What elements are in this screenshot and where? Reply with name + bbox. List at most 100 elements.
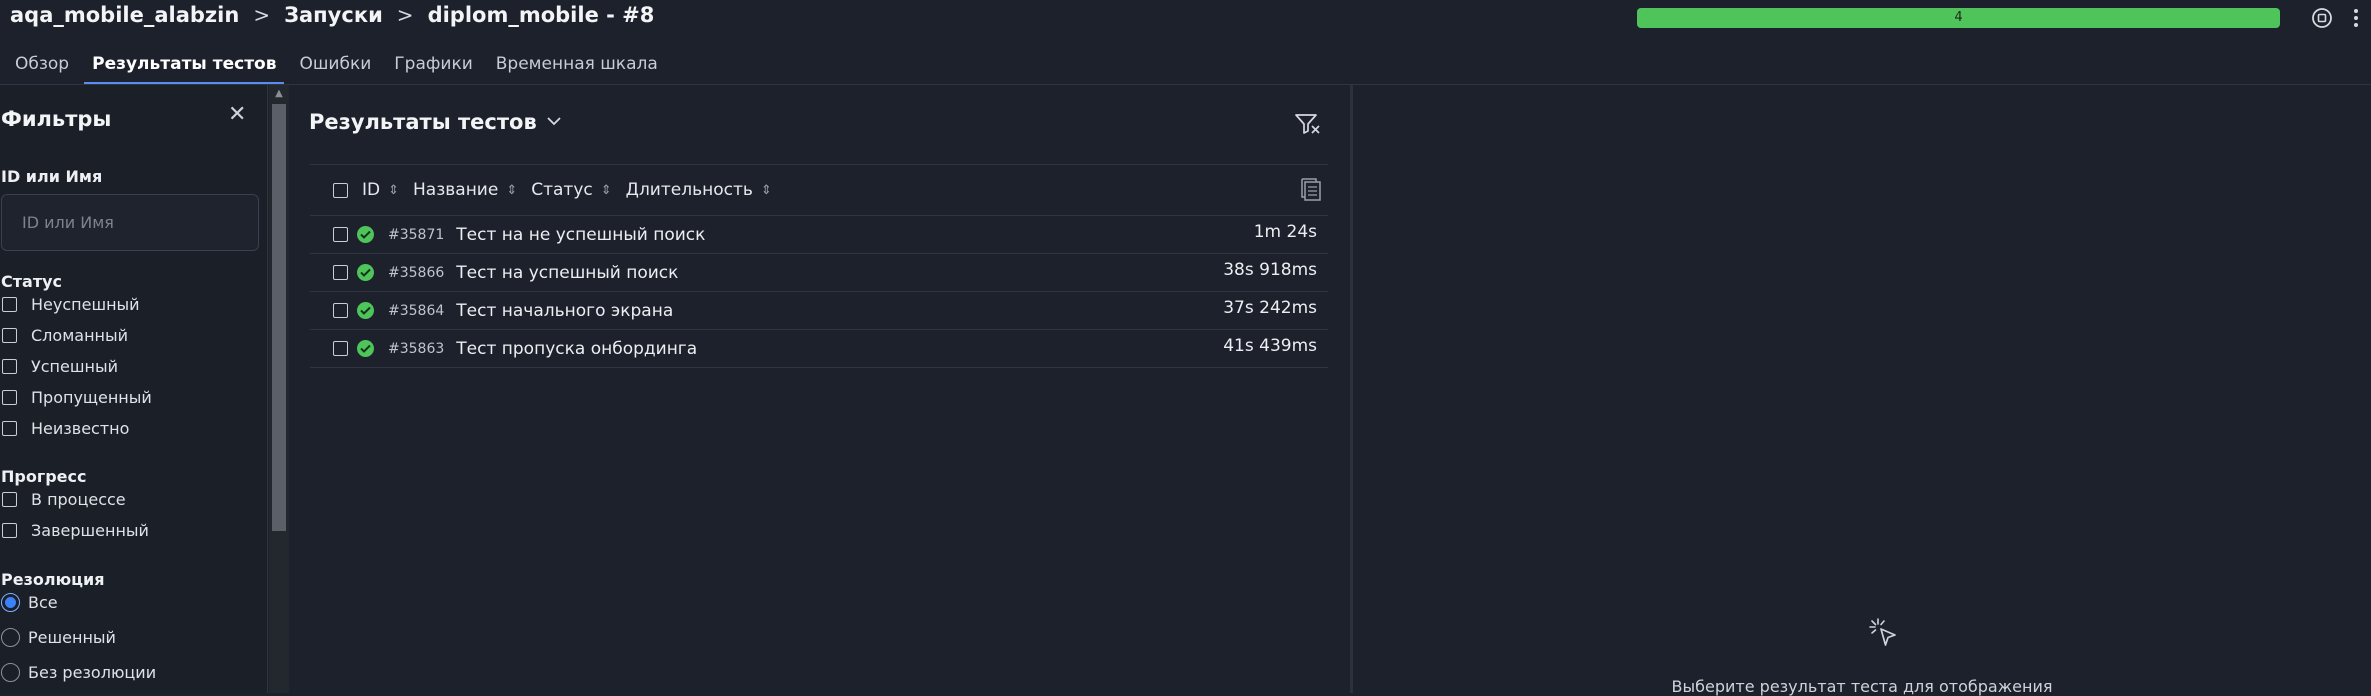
option-label: Пропущенный bbox=[31, 388, 152, 407]
close-icon[interactable]: ✕ bbox=[228, 102, 246, 127]
id-name-input[interactable]: ID или Имя bbox=[1, 194, 259, 251]
resolution-label: Резолюция bbox=[1, 570, 105, 589]
sort-icon[interactable]: ⇕ bbox=[388, 183, 399, 198]
passed-status-icon bbox=[357, 226, 374, 243]
row-checkbox[interactable] bbox=[333, 303, 348, 318]
radio-button[interactable] bbox=[1, 663, 20, 682]
results-table: ID ⇕ Название ⇕ Статус ⇕ Длительность ⇕ bbox=[310, 164, 1328, 368]
scroll-up-icon[interactable]: ▲ bbox=[269, 85, 289, 103]
checkbox[interactable] bbox=[2, 328, 17, 343]
chevron-down-icon[interactable] bbox=[547, 114, 561, 130]
table-row[interactable]: #35871 Тест на не успешный поиск 1m 24s bbox=[310, 216, 1328, 254]
stop-circle-icon[interactable] bbox=[2309, 5, 2335, 31]
checkbox[interactable] bbox=[2, 390, 17, 405]
breadcrumb-launches[interactable]: Запуски bbox=[284, 3, 383, 27]
row-name: Тест начального экрана bbox=[456, 300, 674, 321]
checkbox[interactable] bbox=[2, 421, 17, 436]
resolution-option-all[interactable]: Все bbox=[1, 593, 58, 612]
breadcrumb-separator: > bbox=[253, 3, 271, 27]
row-duration: 38s 918ms bbox=[1223, 260, 1317, 280]
scroll-thumb[interactable] bbox=[272, 104, 286, 531]
status-option-unknown[interactable]: Неизвестно bbox=[2, 419, 129, 438]
status-option-broken[interactable]: Сломанный bbox=[2, 326, 128, 345]
row-duration: 1m 24s bbox=[1253, 222, 1317, 242]
filters-title: Фильтры bbox=[1, 107, 112, 131]
table-row[interactable]: #35866 Тест на успешный поиск 38s 918ms bbox=[310, 254, 1328, 292]
table-row[interactable]: #35864 Тест начального экрана 37s 242ms bbox=[310, 292, 1328, 330]
passed-status-icon bbox=[357, 302, 374, 319]
more-vertical-icon[interactable] bbox=[2343, 5, 2369, 31]
option-label: Неизвестно bbox=[31, 419, 130, 438]
status-option-passed[interactable]: Успешный bbox=[2, 357, 118, 376]
table-header: ID ⇕ Название ⇕ Статус ⇕ Длительность ⇕ bbox=[310, 164, 1328, 216]
top-bar: aqa_mobile_alabzin > Запуски > diplom_mo… bbox=[0, 0, 2371, 38]
test-detail-panel: Выберите результат теста для отображения bbox=[1353, 85, 2371, 696]
filters-panel: Фильтры ✕ ID или Имя ID или Имя Статус Н… bbox=[0, 85, 268, 693]
status-option-skipped[interactable]: Пропущенный bbox=[2, 388, 152, 407]
filter-clear-icon[interactable] bbox=[1294, 112, 1322, 136]
tab-overview[interactable]: Обзор bbox=[7, 44, 77, 84]
sort-icon[interactable]: ⇕ bbox=[761, 183, 772, 198]
column-id[interactable]: ID ⇕ bbox=[362, 180, 399, 200]
row-name: Тест на успешный поиск bbox=[456, 262, 679, 283]
progress-option-in-progress[interactable]: В процессе bbox=[2, 490, 126, 509]
row-id: #35866 bbox=[388, 264, 445, 281]
resolution-option-resolved[interactable]: Решенный bbox=[1, 628, 116, 647]
filters-scrollbar[interactable]: ▲ bbox=[269, 85, 289, 693]
row-id: #35871 bbox=[388, 226, 445, 243]
column-duration[interactable]: Длительность ⇕ bbox=[626, 180, 772, 200]
resolution-option-unresolved[interactable]: Без резолюции bbox=[1, 663, 156, 682]
column-label: Длительность bbox=[625, 180, 753, 200]
tab-timeline[interactable]: Временная шкала bbox=[488, 44, 666, 84]
option-label: В процессе bbox=[31, 490, 126, 509]
status-label: Статус bbox=[1, 272, 62, 291]
row-checkbox[interactable] bbox=[333, 265, 348, 280]
sort-icon[interactable]: ⇕ bbox=[506, 183, 517, 198]
column-label: ID bbox=[362, 180, 381, 200]
option-label: Неуспешный bbox=[31, 295, 140, 314]
option-label: Завершенный bbox=[31, 521, 149, 540]
checkbox[interactable] bbox=[2, 297, 17, 312]
tab-charts[interactable]: Графики bbox=[386, 44, 480, 84]
sort-icon[interactable]: ⇕ bbox=[601, 183, 612, 198]
tab-test-results[interactable]: Результаты тестов bbox=[84, 44, 285, 84]
option-label: Все bbox=[28, 593, 58, 612]
results-title[interactable]: Результаты тестов bbox=[309, 110, 561, 134]
row-name: Тест на не успешный поиск bbox=[456, 224, 706, 245]
breadcrumb: aqa_mobile_alabzin > Запуски > diplom_mo… bbox=[10, 3, 654, 27]
option-label: Без резолюции bbox=[28, 663, 157, 682]
column-label: Название bbox=[413, 180, 499, 200]
row-duration: 41s 439ms bbox=[1223, 336, 1317, 356]
tab-bar: Обзор Результаты тестов Ошибки Графики В… bbox=[0, 44, 666, 84]
row-duration: 37s 242ms bbox=[1223, 298, 1317, 318]
breadcrumb-launch: diplom_mobile - #8 bbox=[427, 3, 655, 27]
column-name[interactable]: Название ⇕ bbox=[413, 180, 517, 200]
checkbox[interactable] bbox=[2, 492, 17, 507]
radio-button[interactable] bbox=[1, 593, 20, 612]
row-id: #35864 bbox=[388, 302, 445, 319]
tab-errors[interactable]: Ошибки bbox=[291, 44, 379, 84]
passed-status-icon bbox=[357, 264, 374, 281]
radio-button[interactable] bbox=[1, 628, 20, 647]
cursor-click-icon bbox=[1867, 617, 1903, 653]
select-all-checkbox[interactable] bbox=[333, 182, 348, 198]
column-status[interactable]: Статус ⇕ bbox=[531, 180, 611, 200]
table-row[interactable]: #35863 Тест пропуска онбординга 41s 439m… bbox=[310, 330, 1328, 368]
option-label: Сломанный bbox=[31, 326, 129, 345]
breadcrumb-project[interactable]: aqa_mobile_alabzin bbox=[10, 3, 239, 27]
row-checkbox[interactable] bbox=[333, 341, 348, 356]
progress-option-finished[interactable]: Завершенный bbox=[2, 521, 149, 540]
progress-filter-label: Прогресс bbox=[1, 467, 87, 486]
progress-label: 4 bbox=[1954, 10, 1963, 25]
row-checkbox[interactable] bbox=[333, 227, 348, 242]
results-title-text: Результаты тестов bbox=[309, 110, 537, 134]
table-settings-icon[interactable] bbox=[1300, 178, 1322, 202]
row-name: Тест пропуска онбординга bbox=[456, 338, 698, 359]
detail-empty-hint: Выберите результат теста для отображения bbox=[1671, 677, 2053, 696]
launch-progress-bar: 4 bbox=[1637, 8, 2280, 28]
checkbox[interactable] bbox=[2, 523, 17, 538]
option-label: Решенный bbox=[28, 628, 116, 647]
checkbox[interactable] bbox=[2, 359, 17, 374]
id-name-label: ID или Имя bbox=[1, 167, 103, 186]
status-option-failed[interactable]: Неуспешный bbox=[2, 295, 140, 314]
